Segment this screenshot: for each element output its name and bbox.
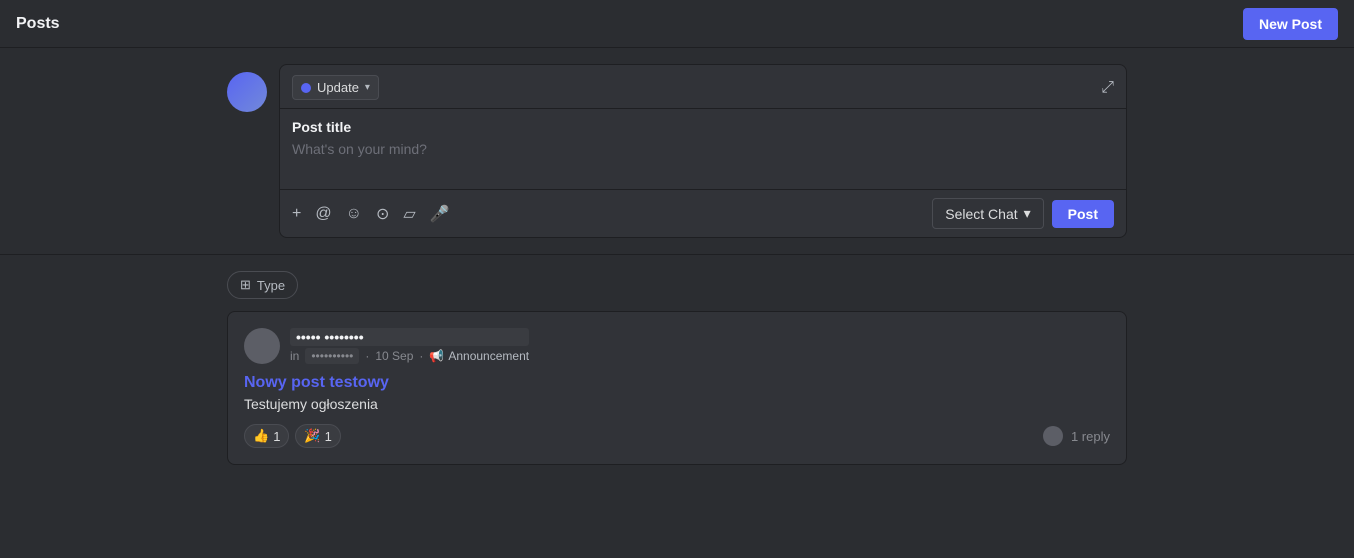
reply-area: 1 reply xyxy=(1043,426,1110,446)
post-card: ••••• •••••••• in •••••••••• · 10 Sep · … xyxy=(227,311,1127,465)
type-filter-label: Type xyxy=(257,278,285,293)
composer-footer: + @ ☺ ⊙ ▱ 🎤 Select Chat ▾ Post xyxy=(280,189,1126,237)
announcement-label: Announcement xyxy=(448,349,529,363)
post-meta: ••••• •••••••• in •••••••••• · 10 Sep · … xyxy=(290,328,529,364)
emoji-icon[interactable]: ☺ xyxy=(346,205,362,223)
post-meta-line: in •••••••••• · 10 Sep · 📢 Announcement xyxy=(290,348,529,364)
composer-body[interactable]: Post title What's on your mind? xyxy=(280,109,1126,189)
in-label: in xyxy=(290,349,299,363)
post-separator: · xyxy=(365,349,369,363)
toolbar-icons: + @ ☺ ⊙ ▱ 🎤 xyxy=(292,204,450,224)
update-badge-label: Update xyxy=(317,80,359,95)
announcement-badge: 📢 Announcement xyxy=(429,349,529,363)
thumbs-up-emoji: 👍 xyxy=(253,428,269,444)
section-divider xyxy=(0,254,1354,255)
party-count: 1 xyxy=(325,429,332,444)
post-content: Testujemy ogłoszenia xyxy=(244,396,1110,412)
composer-box: Update ▾ ⤢ Post title What's on your min… xyxy=(279,64,1127,238)
post-footer: 👍 1 🎉 1 1 reply xyxy=(244,424,1110,448)
post-title-input: Post title xyxy=(292,119,1114,135)
reply-count[interactable]: 1 reply xyxy=(1071,429,1110,444)
chevron-down-icon: ▾ xyxy=(365,82,370,93)
thumbs-up-count: 1 xyxy=(273,429,280,444)
announcement-icon: 📢 xyxy=(429,349,444,363)
update-dot xyxy=(301,83,311,93)
party-reaction[interactable]: 🎉 1 xyxy=(295,424,340,448)
header-bar: Posts New Post xyxy=(0,0,1354,48)
post-button[interactable]: Post xyxy=(1052,200,1114,228)
party-emoji: 🎉 xyxy=(304,428,320,444)
post-card-header: ••••• •••••••• in •••••••••• · 10 Sep · … xyxy=(244,328,1110,364)
post-author-name: ••••• •••••••• xyxy=(290,328,529,346)
type-filter-button[interactable]: ⊞ Type xyxy=(227,271,298,299)
composer-actions: Select Chat ▾ Post xyxy=(932,198,1114,229)
mic-icon[interactable]: 🎤 xyxy=(430,204,450,224)
post-date: 10 Sep xyxy=(375,349,413,363)
reactions: 👍 1 🎉 1 xyxy=(244,424,341,448)
composer-header: Update ▾ ⤢ xyxy=(280,65,1126,109)
announcement-separator: · xyxy=(419,349,423,363)
mention-icon[interactable]: @ xyxy=(315,205,331,223)
gif-icon[interactable]: ⊙ xyxy=(376,204,389,224)
expand-icon[interactable]: ⤢ xyxy=(1101,79,1114,97)
reply-avatar xyxy=(1043,426,1063,446)
image-icon[interactable]: ▱ xyxy=(403,204,415,224)
new-post-button[interactable]: New Post xyxy=(1243,8,1338,40)
post-placeholder: What's on your mind? xyxy=(292,141,1114,157)
main-content: Update ▾ ⤢ Post title What's on your min… xyxy=(0,48,1354,481)
select-chat-button[interactable]: Select Chat ▾ xyxy=(932,198,1043,229)
plus-icon[interactable]: + xyxy=(292,205,301,223)
update-badge[interactable]: Update ▾ xyxy=(292,75,379,100)
select-chat-label: Select Chat xyxy=(945,206,1017,222)
filter-area: ⊞ Type xyxy=(227,271,1127,299)
filter-icon: ⊞ xyxy=(240,277,251,293)
page-title: Posts xyxy=(16,15,60,33)
post-author-avatar xyxy=(244,328,280,364)
avatar xyxy=(227,72,267,112)
thumbs-up-reaction[interactable]: 👍 1 xyxy=(244,424,289,448)
post-title: Nowy post testowy xyxy=(244,374,1110,392)
chevron-down-icon: ▾ xyxy=(1024,205,1031,222)
post-channel: •••••••••• xyxy=(305,348,359,364)
composer-area: Update ▾ ⤢ Post title What's on your min… xyxy=(227,64,1127,238)
